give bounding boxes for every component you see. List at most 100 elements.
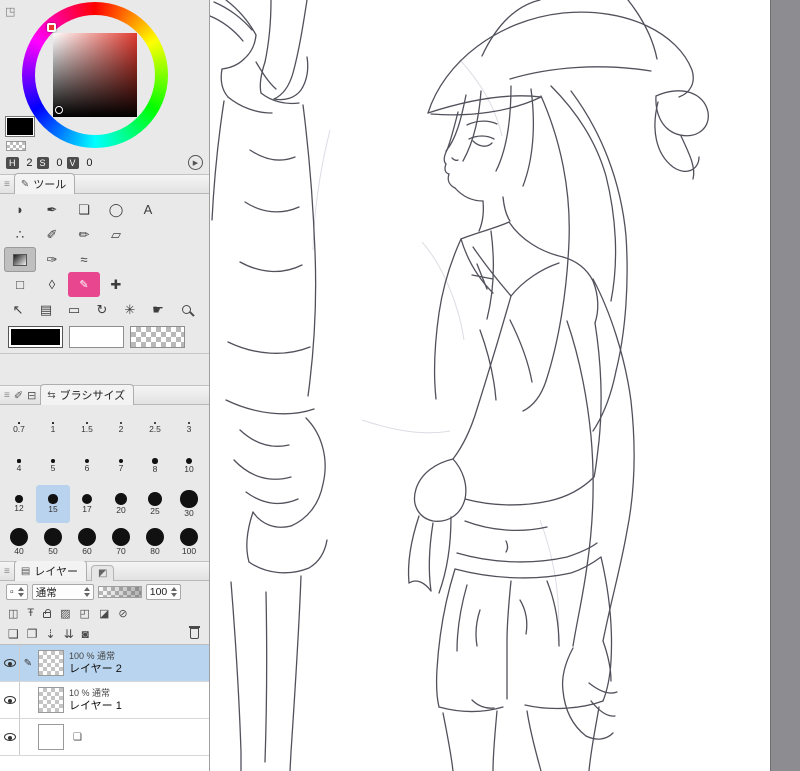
lock-transparent-icon[interactable]: ▨: [60, 607, 70, 620]
tool-text[interactable]: A: [132, 197, 164, 222]
brush-cell[interactable]: 0.7: [2, 409, 36, 447]
tab-layer-property[interactable]: ◩: [90, 565, 115, 581]
tool-zoom[interactable]: [172, 297, 200, 322]
value-toggle[interactable]: V: [66, 156, 79, 169]
brush-cell[interactable]: 80: [138, 523, 172, 561]
brush-cell[interactable]: 70: [104, 523, 138, 561]
tab-layers[interactable]: ▤ レイヤー: [13, 561, 87, 581]
layer-row-2[interactable]: ✎ 100 % 通常 レイヤー 2: [0, 645, 209, 682]
brush-cell[interactable]: 50: [36, 523, 70, 561]
drawing-canvas[interactable]: [210, 0, 770, 771]
tab-brush-size[interactable]: ⇆ ブラシサイズ: [40, 384, 135, 405]
sub-color-white-swatch[interactable]: [69, 326, 124, 348]
tool-move[interactable]: ✚: [100, 272, 132, 297]
eraser-icon: ▱: [111, 226, 121, 242]
layer-thumbnail[interactable]: [38, 650, 64, 676]
brush-cell[interactable]: 60: [70, 523, 104, 561]
tool-gradient-map[interactable]: ▤: [32, 297, 60, 322]
layer-row-1[interactable]: 10 % 通常 レイヤー 1: [0, 682, 209, 719]
new-folder-icon[interactable]: ❐: [27, 627, 38, 641]
tool-hand[interactable]: ☛: [144, 297, 172, 322]
create-mask-icon[interactable]: ◙: [82, 627, 89, 641]
tool-blend[interactable]: ≈: [68, 247, 100, 272]
draw-on-layer-icon[interactable]: Ŧ: [27, 607, 34, 619]
tool-rotate[interactable]: ↻: [88, 297, 116, 322]
hue-toggle[interactable]: H: [6, 156, 19, 169]
sv-marker[interactable]: [55, 106, 63, 114]
brush-cell[interactable]: 17: [70, 485, 104, 523]
brush-cell[interactable]: 3: [172, 409, 206, 447]
tool-decoration[interactable]: ✎: [68, 272, 100, 297]
brush-cell[interactable]: 20: [104, 485, 138, 523]
color-history-icon[interactable]: ▶: [188, 155, 203, 170]
panel-grip-icon[interactable]: ≡: [4, 566, 10, 577]
tool-eraser[interactable]: ▱: [100, 222, 132, 247]
merge-down-icon[interactable]: ⇊: [64, 627, 74, 641]
brush-cell[interactable]: 4: [2, 447, 36, 485]
tool-balloon[interactable]: ❏: [68, 197, 100, 222]
hue-marker[interactable]: [47, 23, 56, 32]
opacity-stepper[interactable]: 100: [145, 584, 182, 600]
ruler-icon[interactable]: ◪: [99, 607, 109, 620]
clip-at-layer-icon[interactable]: ◫: [8, 607, 18, 620]
brush-cell[interactable]: 6: [70, 447, 104, 485]
stroke-settings-icon[interactable]: ⊟: [27, 389, 36, 402]
tool-object[interactable]: ↖: [4, 297, 32, 322]
lock-layer-icon[interactable]: [43, 609, 52, 618]
brush-cell[interactable]: 100: [172, 523, 206, 561]
main-color-black-swatch[interactable]: [8, 326, 63, 348]
transparent-color-chip[interactable]: [6, 141, 26, 151]
tool-droplet[interactable]: ◊: [36, 272, 68, 297]
blend-mode-dropdown[interactable]: 通常: [31, 584, 94, 600]
tool-dip-pen[interactable]: ✒: [36, 197, 68, 222]
panel-corner-icon[interactable]: ◳: [5, 5, 15, 18]
saturation-toggle[interactable]: S: [36, 156, 49, 169]
tab-tools[interactable]: ✎ ツール: [13, 173, 76, 194]
tool-gradient[interactable]: [4, 247, 36, 272]
tool-figure[interactable]: □: [4, 272, 36, 297]
opacity-slider[interactable]: [97, 586, 142, 598]
layer-thumbnail[interactable]: [38, 687, 64, 713]
new-layer-icon[interactable]: ❑: [8, 627, 19, 641]
brush-cell[interactable]: 1.5: [70, 409, 104, 447]
brush-cell[interactable]: 7: [104, 447, 138, 485]
visibility-cell[interactable]: [0, 645, 20, 681]
brush-tip-icon[interactable]: ✐: [14, 389, 23, 402]
visibility-cell[interactable]: [0, 682, 20, 718]
panel-grip-icon[interactable]: ≡: [4, 390, 10, 401]
tool-canvas-size[interactable]: ▭: [60, 297, 88, 322]
tool-blob-brush[interactable]: ◗: [4, 197, 36, 222]
brush-cell[interactable]: 12: [2, 485, 36, 523]
tool-brush[interactable]: ✑: [36, 247, 68, 272]
layer-name[interactable]: レイヤー 1: [69, 700, 122, 712]
paper-layer-thumbnail[interactable]: [38, 724, 64, 750]
brush-cell[interactable]: 2: [104, 409, 138, 447]
brush-cell[interactable]: 1: [36, 409, 70, 447]
foreground-color-swatch[interactable]: [5, 116, 35, 137]
transfer-down-icon[interactable]: ⇣: [46, 627, 56, 641]
color-wheel[interactable]: [22, 2, 168, 148]
brush-cell[interactable]: 10: [172, 447, 206, 485]
brush-cell[interactable]: 5: [36, 447, 70, 485]
saturation-value-square[interactable]: [53, 33, 137, 117]
brush-cell[interactable]: 8: [138, 447, 172, 485]
tool-marker[interactable]: ✐: [36, 222, 68, 247]
brush-cell[interactable]: 40: [2, 523, 36, 561]
brush-cell[interactable]: 25: [138, 485, 172, 523]
transparent-swatch[interactable]: [130, 326, 185, 348]
layer-row-paper[interactable]: ❏: [0, 719, 209, 756]
visibility-cell[interactable]: [0, 719, 20, 755]
tool-airbrush[interactable]: ∴: [4, 222, 36, 247]
tool-pencil[interactable]: ✏: [68, 222, 100, 247]
layer-palette-combo[interactable]: ▫: [6, 584, 28, 600]
enable-mask-icon[interactable]: ◰: [80, 607, 90, 620]
brush-cell[interactable]: 30: [172, 485, 206, 523]
reference-layer-icon[interactable]: ⊘: [118, 607, 127, 620]
layer-name[interactable]: レイヤー 2: [69, 663, 122, 675]
tool-sparkle[interactable]: ✳: [116, 297, 144, 322]
delete-layer-icon[interactable]: [189, 626, 200, 639]
brush-cell[interactable]: 15: [36, 485, 70, 523]
tool-ellipse-select[interactable]: ◯: [100, 197, 132, 222]
brush-cell[interactable]: 2.5: [138, 409, 172, 447]
panel-grip-icon[interactable]: ≡: [4, 179, 10, 190]
